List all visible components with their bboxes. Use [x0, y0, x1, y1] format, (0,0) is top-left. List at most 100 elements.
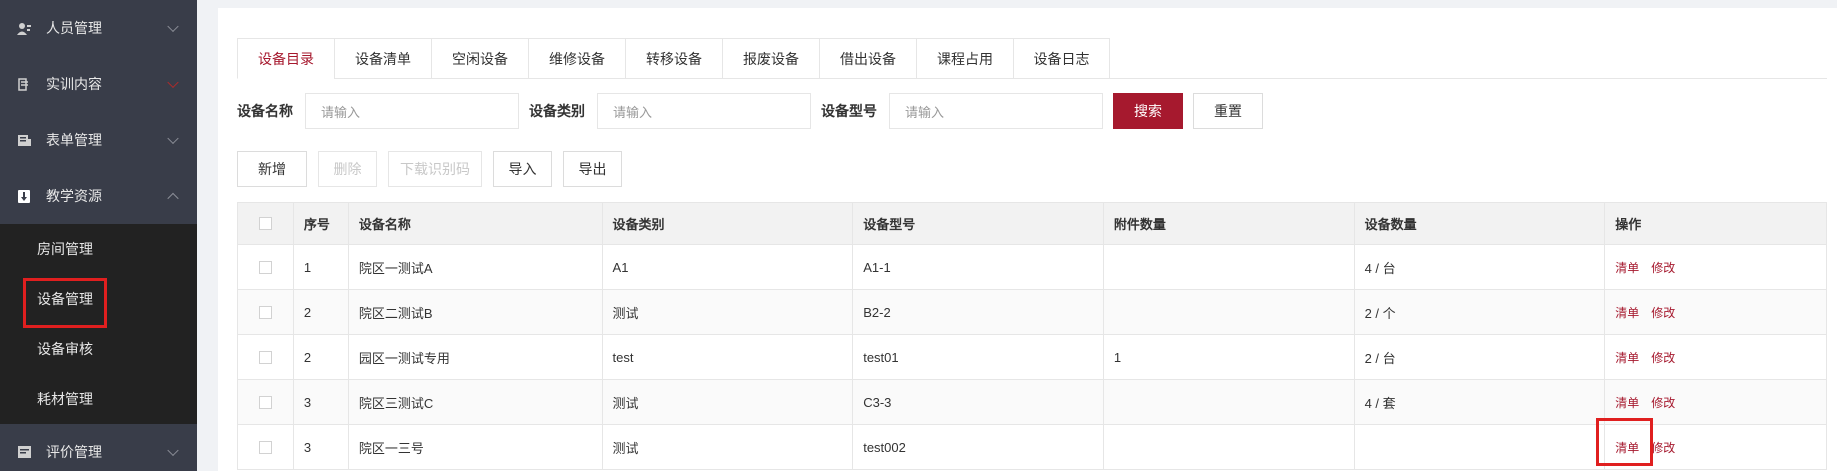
sidebar-item-label: 房间管理: [37, 241, 93, 257]
tab-idle-equipment[interactable]: 空闲设备: [431, 38, 528, 79]
book-icon: [17, 77, 31, 91]
sub-menu: 房间管理 设备管理 设备审核 耗材管理: [0, 224, 197, 424]
main-panel: 设备目录 设备清单 空闲设备 维修设备 转移设备 报废设备 借出设备 课程占用 …: [218, 8, 1837, 471]
tab-transfer-equipment[interactable]: 转移设备: [625, 38, 722, 79]
nav-group-teaching-resources[interactable]: 教学资源: [0, 168, 197, 224]
reset-button[interactable]: 重置: [1193, 93, 1263, 129]
edit-link[interactable]: 修改: [1651, 394, 1675, 411]
cell-name: 院区一三号: [349, 425, 603, 469]
name-input[interactable]: 请输入: [305, 93, 519, 129]
header-cell: 设备名称: [349, 203, 603, 244]
sidebar-item-equipment-review[interactable]: 设备审核: [0, 324, 197, 374]
tab-repair-equipment[interactable]: 维修设备: [528, 38, 625, 79]
checkbox-cell: [238, 290, 294, 334]
chevron-down-icon: [167, 444, 179, 457]
search-button[interactable]: 搜索: [1113, 93, 1183, 129]
checkbox-cell: [238, 245, 294, 289]
select-all-checkbox[interactable]: [258, 217, 272, 230]
highlight-box: [1596, 418, 1653, 466]
cell-name: 园区一测试专用: [349, 335, 603, 379]
evaluate-icon: [17, 445, 31, 459]
type-input[interactable]: 请输入: [597, 93, 811, 129]
nav-group-label: 实训内容: [46, 76, 102, 92]
cell-no: 3: [294, 380, 349, 424]
cell-attach: [1104, 425, 1355, 469]
nav-group-label: 教学资源: [46, 188, 102, 204]
resource-icon: [17, 189, 31, 203]
cell-model: B2-2: [853, 290, 1104, 334]
tab-lent-equipment[interactable]: 借出设备: [819, 38, 916, 79]
list-link[interactable]: 清单: [1615, 394, 1639, 411]
cell-model: test002: [853, 425, 1104, 469]
cell-attach: [1104, 245, 1355, 289]
checkbox-cell: [238, 335, 294, 379]
nav-group-personnel[interactable]: 人员管理: [0, 0, 197, 56]
sidebar: 人员管理 实训内容 表单管理 教学资源 房间管理 设备管理 设备审核 耗材管理 …: [0, 0, 197, 471]
edit-link[interactable]: 修改: [1651, 349, 1675, 366]
table-row: 3 院区三测试C 测试 C3-3 4 / 套 清单 修改: [238, 380, 1826, 425]
cell-qty: 4 / 套: [1355, 380, 1606, 424]
import-button[interactable]: 导入: [493, 151, 552, 187]
cell-name: 院区三测试C: [349, 380, 603, 424]
cell-attach: [1104, 380, 1355, 424]
cell-type: test: [603, 335, 854, 379]
header-checkbox-cell: [238, 203, 294, 244]
highlight-box: [23, 278, 107, 328]
sidebar-item-equipment[interactable]: 设备管理: [0, 274, 197, 328]
nav-group-evaluation[interactable]: 评价管理: [0, 424, 197, 471]
cell-attach: 1: [1104, 335, 1355, 379]
cell-model: test01: [853, 335, 1104, 379]
cell-attach: [1104, 290, 1355, 334]
nav-group-forms[interactable]: 表单管理: [0, 112, 197, 168]
cell-model: A1-1: [853, 245, 1104, 289]
list-link[interactable]: 清单: [1615, 349, 1639, 366]
list-link[interactable]: 清单: [1615, 304, 1639, 321]
chevron-down-icon: [167, 76, 179, 89]
cell-name: 院区一测试A: [349, 245, 603, 289]
tab-equipment-catalog[interactable]: 设备目录: [237, 38, 334, 79]
checkbox-cell: [238, 380, 294, 424]
cell-qty: [1355, 425, 1606, 469]
download-code-button[interactable]: 下载识别码: [388, 151, 482, 187]
table-row: 1 院区一测试A A1 A1-1 4 / 台 清单 修改: [238, 245, 1826, 290]
edit-link[interactable]: 修改: [1651, 304, 1675, 321]
search-form: 设备名称 请输入 设备类别 请输入 设备型号 请输入 搜索 重置: [237, 93, 1263, 129]
table-row: 2 园区一测试专用 test test01 1 2 / 台 清单 修改: [238, 335, 1826, 380]
nav-group-label: 评价管理: [46, 444, 102, 460]
chevron-down-icon: [167, 20, 179, 33]
cell-type: 测试: [603, 380, 854, 424]
tab-course-usage[interactable]: 课程占用: [916, 38, 1013, 79]
equipment-table: 序号 设备名称 设备类别 设备型号 附件数量 设备数量 操作 1 院区一测试A …: [237, 202, 1827, 470]
tab-equipment-log[interactable]: 设备日志: [1013, 38, 1110, 79]
header-cell: 操作: [1615, 217, 1642, 232]
row-checkbox[interactable]: [258, 305, 272, 319]
cell-no: 2: [294, 335, 349, 379]
list-link[interactable]: 清单: [1615, 259, 1639, 276]
cell-qty: 4 / 台: [1355, 245, 1606, 289]
row-checkbox[interactable]: [258, 395, 272, 409]
header-cell: 设备类别: [603, 203, 854, 244]
cell-ops: 清单 修改: [1605, 290, 1826, 334]
export-button[interactable]: 导出: [563, 151, 622, 187]
row-checkbox[interactable]: [258, 440, 272, 454]
add-button[interactable]: 新增: [237, 151, 307, 187]
tab-scrapped-equipment[interactable]: 报废设备: [722, 38, 819, 79]
row-checkbox[interactable]: [258, 260, 272, 274]
nav-group-training[interactable]: 实训内容: [0, 56, 197, 112]
row-checkbox[interactable]: [258, 350, 272, 364]
cell-ops: 清单 修改: [1605, 245, 1826, 289]
cell-model: C3-3: [853, 380, 1104, 424]
nav-group-label: 人员管理: [46, 20, 102, 36]
edit-link[interactable]: 修改: [1651, 259, 1675, 276]
edit-link[interactable]: 修改: [1651, 439, 1675, 456]
chevron-up-icon: [167, 192, 179, 205]
delete-button[interactable]: 删除: [318, 151, 377, 187]
sidebar-item-consumables[interactable]: 耗材管理: [0, 374, 197, 424]
model-input[interactable]: 请输入: [889, 93, 1103, 129]
sidebar-item-rooms[interactable]: 房间管理: [0, 224, 197, 274]
cell-no: 3: [294, 425, 349, 469]
header-cell: 设备数量: [1355, 203, 1606, 244]
table-row: 3 院区一三号 测试 test002 清单 修改: [238, 425, 1826, 470]
cell-name: 院区二测试B: [349, 290, 603, 334]
tab-equipment-list[interactable]: 设备清单: [334, 38, 431, 79]
